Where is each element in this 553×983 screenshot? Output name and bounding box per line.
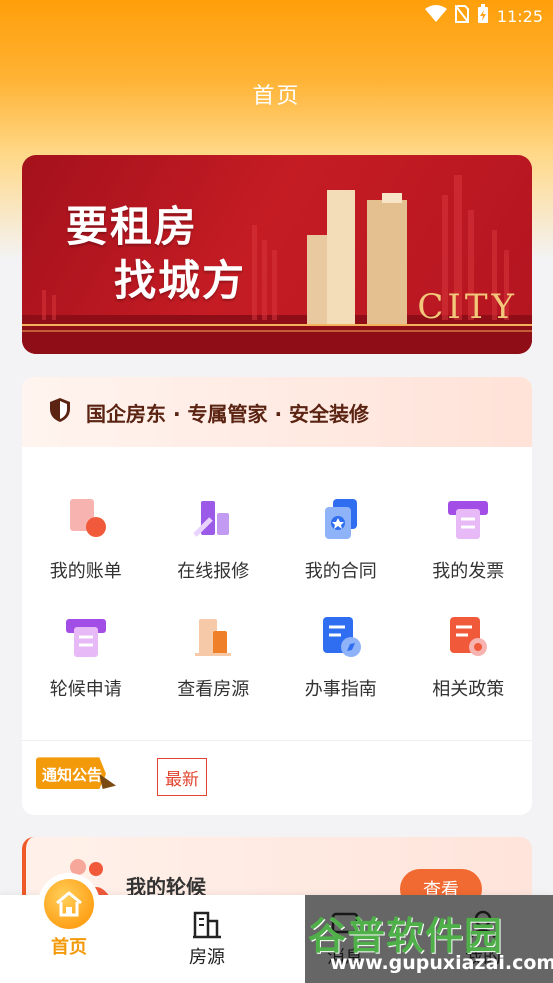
watermark-url: www.gupuxiazai.com [330,952,553,974]
policy-icon [450,617,488,656]
listing-icon [195,619,232,656]
tab-label: 首页 [51,937,87,958]
contract-icon [324,499,357,539]
tab-home[interactable]: 首页 [0,879,138,983]
service-label: 我的发票 [432,561,505,582]
wifi-icon [424,5,447,27]
banner-city-text: CITY [417,287,518,327]
slogan-text: 国企房东 · 专属管家 · 安全装修 [86,401,370,426]
notice-new-tag[interactable]: 最新 [157,758,207,796]
tab-listings[interactable]: 房源 [138,895,276,983]
service-label: 轮候申请 [49,679,122,700]
home-icon [44,879,94,929]
divider [22,740,532,741]
service-queue-apply[interactable]: 轮候申请 [22,613,150,701]
service-label: 我的合同 [304,561,377,582]
service-view-listings[interactable]: 查看房源 [150,613,278,701]
service-online-repair[interactable]: 在线报修 [150,495,278,583]
service-label: 办事指南 [304,679,377,700]
services-card: 国企房东 · 专属管家 · 安全装修 我的账单 在线报修 我的合同 我的发票 轮… [22,377,532,815]
invoice-icon [448,501,489,539]
queue-apply-icon [65,619,106,657]
service-label: 在线报修 [177,561,250,582]
banner-slogan-line1: 要租房 [66,202,199,251]
tab-label: 房源 [189,947,225,968]
slogan-bar: 国企房东 · 专属管家 · 安全装修 [22,377,532,447]
service-my-contract[interactable]: 我的合同 [277,495,405,583]
status-time: 11:25 [496,6,543,26]
service-my-invoice[interactable]: 我的发票 [405,495,533,583]
building-icon [193,911,221,939]
battery-charging-icon [477,4,489,28]
promo-banner[interactable]: 要租房 找城方 CITY [22,155,532,354]
service-label: 相关政策 [432,679,505,700]
bill-icon [69,499,106,537]
service-label: 查看房源 [177,679,250,700]
repair-icon [193,501,230,537]
service-my-bill[interactable]: 我的账单 [22,495,150,583]
service-policy[interactable]: 相关政策 [405,613,533,701]
banner-slogan-line2: 找城方 [114,256,247,305]
service-grid: 我的账单 在线报修 我的合同 我的发票 轮候申请 查看房源 办事指南 相关政策 [22,495,532,701]
notice-badge-label[interactable]: 通知公告 [42,764,102,785]
shield-icon [48,397,72,428]
no-sim-icon [454,4,470,27]
guide-icon [322,617,361,657]
service-label: 我的账单 [49,561,122,582]
service-guide[interactable]: 办事指南 [277,613,405,701]
page-title: 首页 [252,84,301,109]
status-bar: 11:25 [0,0,553,32]
